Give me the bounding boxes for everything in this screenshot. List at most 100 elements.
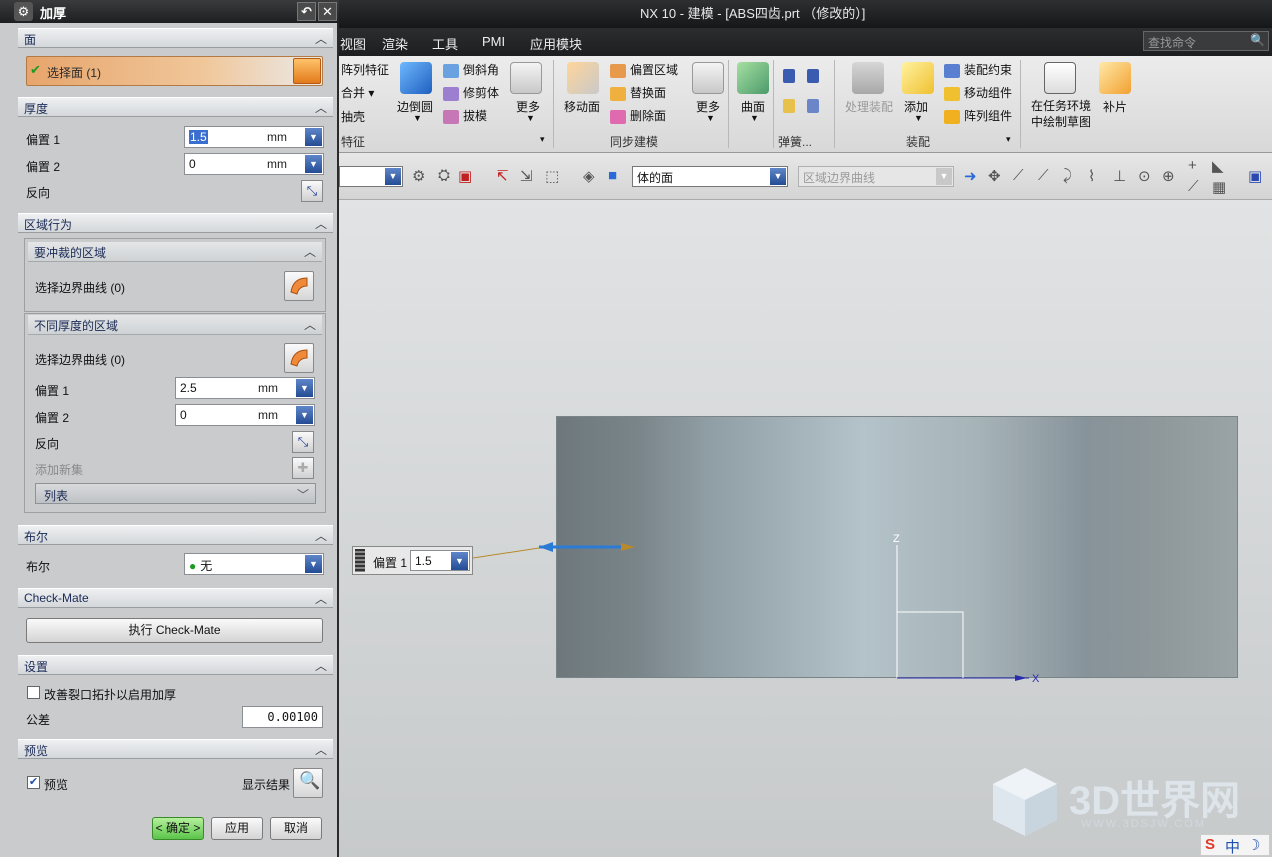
section-region-header[interactable]: 区域行为 ︿ <box>18 213 333 233</box>
section-thickness-header[interactable]: 厚度 ︿ <box>18 97 333 117</box>
merge-button[interactable]: 合并 ▾ <box>341 84 374 101</box>
more-feature-icon[interactable] <box>510 62 542 94</box>
array-component-button[interactable]: 阵列组件 <box>944 107 1012 124</box>
more-sync-icon[interactable] <box>692 62 724 94</box>
boolean-select[interactable]: ● 无 ▼ <box>184 553 324 575</box>
command-search-input[interactable]: 查找命令 🔍 <box>1143 31 1269 51</box>
chevron-down-icon[interactable]: ▼ <box>914 113 923 123</box>
improve-topology-checkbox[interactable] <box>27 686 40 699</box>
offset1-input[interactable]: 1.5 mm ▼ <box>184 126 324 148</box>
section-boolean-header[interactable]: 布尔 ︿ <box>18 525 333 545</box>
section-face-header[interactable]: 面 ︿ <box>18 28 333 48</box>
spring-tool-2[interactable] <box>783 98 823 113</box>
chevron-down-icon[interactable]: ▼ <box>706 113 715 123</box>
chevron-down-icon[interactable]: ▾ <box>1006 134 1011 145</box>
section-preview-header[interactable]: 预览 ︿ <box>18 739 333 759</box>
array-feature-button[interactable]: 阵列特征 <box>341 61 389 78</box>
tab-applications[interactable]: 应用模块 <box>530 34 582 53</box>
subsection-punch-header[interactable]: 要冲裁的区域 ︿ <box>28 242 322 262</box>
pick-icon[interactable]: ⇲ <box>520 167 533 185</box>
move-face-icon[interactable] <box>567 62 599 94</box>
target-icon[interactable]: ⊕ <box>1162 167 1175 185</box>
tolerance-input[interactable]: 0.00100 <box>242 706 323 728</box>
onscreen-input-box[interactable]: 偏置 1 1.5 ▼ <box>352 546 473 575</box>
patch-button[interactable]: 补片 <box>1103 98 1127 115</box>
move-face-button[interactable]: 移动面 <box>564 98 600 115</box>
chevron-down-icon[interactable]: ▾ <box>540 134 545 145</box>
body-select-icon[interactable]: ◈ <box>583 167 595 185</box>
add-set-button[interactable]: ✚ <box>292 457 314 479</box>
apply-button[interactable]: 应用 <box>211 817 263 840</box>
process-assembly-icon[interactable] <box>852 62 884 94</box>
select-icon[interactable]: ↸ <box>496 167 509 185</box>
draft-button[interactable]: 拔模 <box>443 107 487 124</box>
list-expander[interactable]: 列表 ﹀ <box>35 483 316 504</box>
arrow-right-icon[interactable]: ➜ <box>964 167 977 185</box>
line-icon[interactable]: ⟋ <box>1013 167 1024 184</box>
chevron-down-icon[interactable]: ▼ <box>413 113 422 123</box>
show-result-button[interactable]: 🔍 <box>293 768 323 798</box>
grid-icon[interactable]: ▦ <box>1212 178 1226 196</box>
delete-face-button[interactable]: 删除面 <box>610 107 666 124</box>
region-reverse-button[interactable]: ⤡ <box>292 431 314 453</box>
region-offset2-input[interactable]: 0 mm ▼ <box>175 404 315 426</box>
assembly-constraint-button[interactable]: 装配约束 <box>944 61 1012 78</box>
region-offset1-input[interactable]: 2.5 mm ▼ <box>175 377 315 399</box>
spring-tool-1[interactable] <box>783 68 823 83</box>
cube-select-icon[interactable]: ■ <box>608 167 617 184</box>
offset-region-button[interactable]: 偏置区域 <box>610 61 678 78</box>
face-rule-select[interactable]: 体的面 ▼ <box>632 166 788 187</box>
subsection-diff-header[interactable]: 不同厚度的区域 ︿ <box>28 315 322 335</box>
chevron-down-icon[interactable]: ▼ <box>526 113 535 123</box>
reset-icon[interactable]: ↶ <box>297 2 316 21</box>
line-icon-3[interactable]: ⟋ <box>1188 178 1199 195</box>
replace-face-button[interactable]: 替换面 <box>610 84 666 101</box>
sketch-icon[interactable] <box>1044 62 1076 94</box>
filter-icon[interactable]: ⚙ <box>412 167 425 185</box>
cancel-button[interactable]: 取消 <box>270 817 322 840</box>
dialog-title-bar[interactable]: ⚙ 加厚 ↶ ✕ <box>0 0 339 23</box>
ok-button[interactable]: < 确定 > <box>152 817 204 840</box>
surface-icon[interactable] <box>737 62 769 94</box>
ime-indicator[interactable]: S 中 ☽ <box>1200 834 1270 856</box>
section-checkmate-header[interactable]: Check-Mate ︿ <box>18 588 333 608</box>
select-face-button[interactable]: ✔ 选择面 (1) <box>26 56 323 86</box>
view-icon[interactable]: ▣ <box>1248 167 1262 185</box>
tab-render[interactable]: 渲染 <box>382 34 408 53</box>
box-select-icon[interactable]: ⬚ <box>545 167 559 185</box>
perpendicular-icon[interactable]: ⊥ <box>1113 167 1126 185</box>
chamfer-button[interactable]: 倒斜角 <box>443 61 499 78</box>
spline-icon[interactable]: ⌇ <box>1088 167 1095 185</box>
preview-checkbox[interactable]: ✔ <box>27 776 40 789</box>
shape-icon[interactable]: ◣ <box>1212 157 1224 175</box>
filter-icon-2[interactable]: ⛭ <box>438 167 450 184</box>
float-offset-input[interactable]: 1.5 ▼ <box>410 550 470 571</box>
tab-pmi[interactable]: PMI <box>482 34 505 49</box>
curve-icon[interactable]: ⤸ <box>1063 167 1072 184</box>
reverse-direction-button[interactable]: ⤡ <box>301 180 323 202</box>
plus-icon[interactable]: + <box>1188 157 1197 174</box>
move-component-button[interactable]: 移动组件 <box>944 84 1012 101</box>
edge-blend-icon[interactable] <box>400 62 432 94</box>
drag-handle[interactable] <box>355 549 365 572</box>
snap-point-icon[interactable]: ✥ <box>988 167 1001 185</box>
tab-tools[interactable]: 工具 <box>432 34 458 53</box>
add-component-icon[interactable] <box>902 62 934 94</box>
patch-icon[interactable] <box>1099 62 1131 94</box>
run-checkmate-button[interactable]: 执行 Check-Mate <box>26 618 323 643</box>
tab-view[interactable]: 视图 <box>340 34 366 53</box>
chevron-down-icon[interactable]: ▼ <box>750 113 759 123</box>
type-filter-select[interactable]: ▼ <box>339 166 403 187</box>
snap-icon[interactable]: ▣ <box>458 167 472 185</box>
sketch-in-task-button[interactable]: 在任务环境 中绘制草图 <box>1031 98 1091 130</box>
close-icon[interactable]: ✕ <box>318 2 337 21</box>
section-settings-header[interactable]: 设置 ︿ <box>18 655 333 675</box>
trim-body-button[interactable]: 修剪体 <box>443 84 499 101</box>
shell-button[interactable]: 抽壳 <box>341 108 365 125</box>
circle-icon[interactable]: ⊙ <box>1138 167 1151 185</box>
line-icon-2[interactable]: ⟋ <box>1038 167 1049 184</box>
gear-icon[interactable]: ⚙ <box>14 2 33 21</box>
offset2-input[interactable]: 0 mm ▼ <box>184 153 324 175</box>
curve-rule-select[interactable]: 区域边界曲线 ▼ <box>798 166 954 187</box>
punch-select-curve-button[interactable] <box>284 271 314 301</box>
